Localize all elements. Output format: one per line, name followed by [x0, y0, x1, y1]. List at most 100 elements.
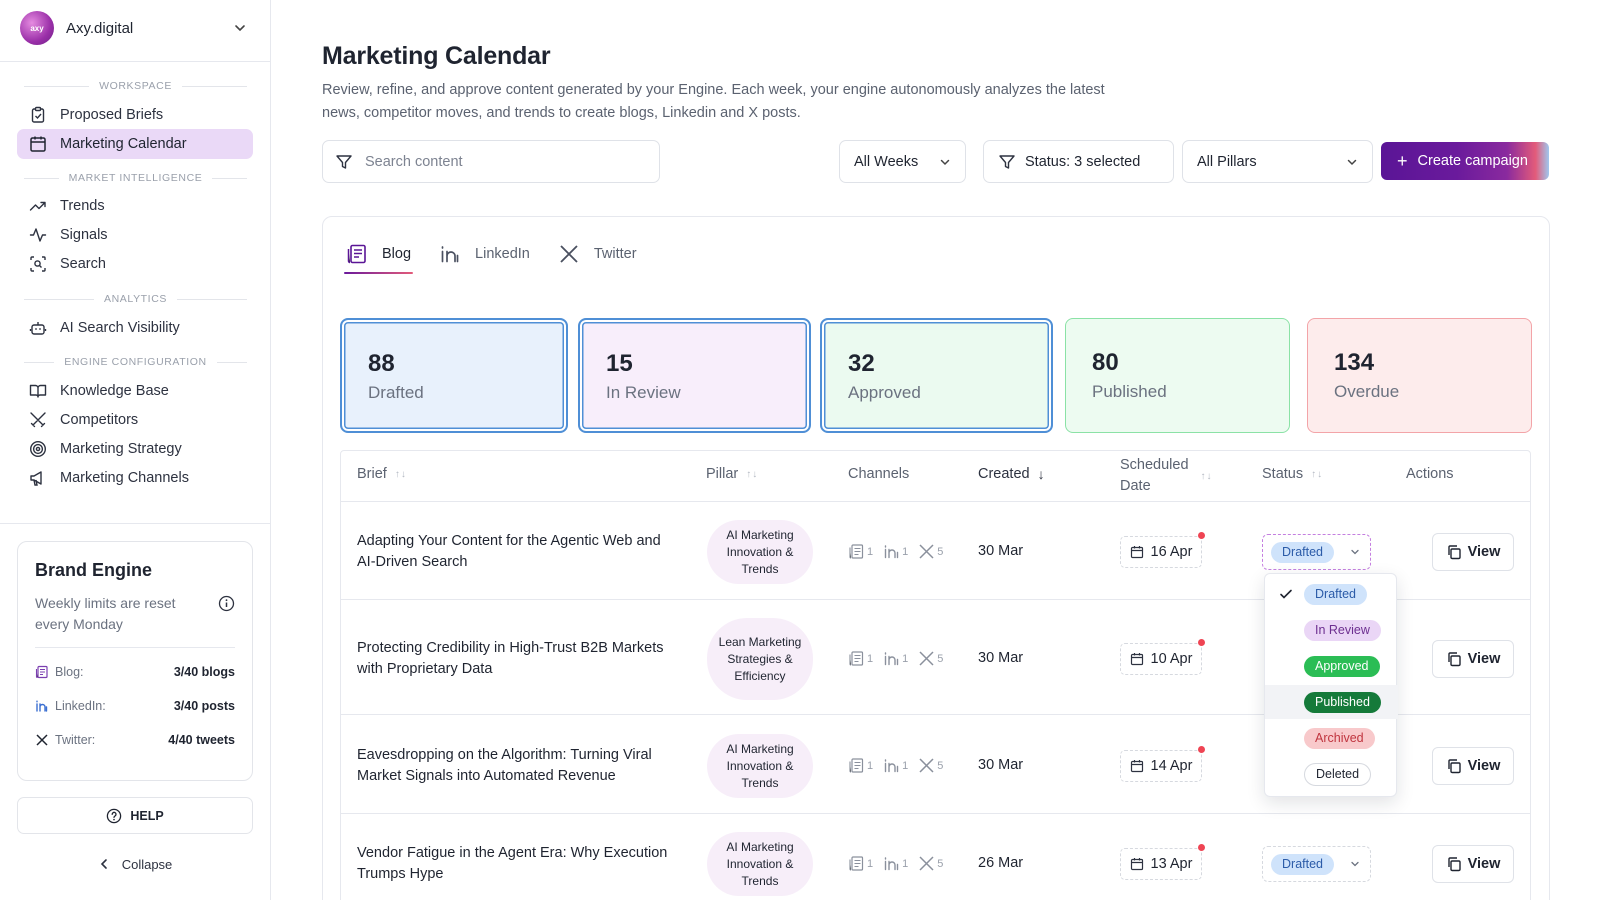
limit-row-blog: Blog: 3/40 blogs: [35, 655, 235, 689]
tab-linkedin[interactable]: LinkedIn: [437, 236, 532, 272]
sidebar-item-knowledge-base[interactable]: Knowledge Base: [17, 376, 253, 406]
calendar-icon: [30, 136, 46, 152]
stat-value: 15: [606, 350, 633, 377]
sidebar-item-proposed-briefs[interactable]: Proposed Briefs: [17, 100, 253, 130]
view-button[interactable]: View: [1432, 533, 1514, 571]
stat-label: Drafted: [368, 383, 424, 402]
check-icon: [1280, 589, 1292, 599]
pillar-badge: AI Marketing Innovation & Trends: [707, 832, 813, 896]
sort-icon: ↑↓: [1200, 470, 1213, 482]
scan-search-icon: [30, 256, 46, 272]
column-header-created[interactable]: Created ↓: [978, 466, 1046, 482]
stat-card-drafted[interactable]: 88 Drafted: [340, 318, 568, 433]
blog-icon: [849, 544, 864, 559]
brief-title[interactable]: Protecting Credibility in High-Trust B2B…: [357, 638, 677, 680]
status-select[interactable]: Drafted: [1262, 846, 1371, 882]
sidebar-item-search[interactable]: Search: [17, 249, 253, 279]
linkedin-icon: [441, 246, 459, 263]
scheduled-date-button[interactable]: 14 Apr: [1120, 746, 1205, 782]
status-dropdown-menu: Drafted In Review Approved Published Archive…: [1264, 573, 1398, 797]
stat-value: 32: [848, 350, 875, 377]
clipboard-icon: [31, 106, 45, 123]
x-twitter-icon: [919, 758, 934, 773]
sidebar-item-signals[interactable]: Signals: [17, 220, 253, 250]
sidebar-item-ai-search-visibility[interactable]: AI Search Visibility: [17, 313, 253, 343]
status-option-archived[interactable]: Archived: [1265, 721, 1398, 755]
sidebar-item-marketing-calendar[interactable]: Marketing Calendar: [17, 129, 253, 159]
pillars-select[interactable]: All Pillars: [1182, 140, 1373, 183]
status-option-in-review[interactable]: In Review: [1265, 613, 1398, 647]
blog-icon: [35, 665, 48, 679]
sidebar-item-marketing-channels[interactable]: Marketing Channels: [17, 463, 253, 493]
brief-title[interactable]: Vendor Fatigue in the Agent Era: Why Exe…: [357, 843, 677, 885]
calendar-icon: [1130, 858, 1143, 871]
target-icon: [29, 440, 47, 458]
sort-desc-icon: ↓: [1037, 466, 1046, 482]
tab-blog[interactable]: Blog: [344, 236, 414, 274]
help-circle-icon: [107, 808, 122, 823]
status-option-published[interactable]: Published: [1265, 685, 1398, 719]
collapse-button[interactable]: Collapse: [17, 852, 253, 876]
search-input[interactable]: [365, 153, 625, 170]
channel-counts: 1 1 5: [848, 650, 953, 667]
scheduled-date-button[interactable]: 13 Apr: [1120, 844, 1205, 880]
weeks-select[interactable]: All Weeks: [839, 140, 966, 183]
chevron-down-icon: [1351, 861, 1359, 867]
page-description: Review, refine, and approve content gene…: [322, 82, 1105, 121]
brief-title[interactable]: Adapting Your Content for the Agentic We…: [357, 531, 677, 573]
view-button[interactable]: View: [1432, 640, 1514, 678]
x-twitter-icon: [919, 856, 934, 871]
stat-card-in-review[interactable]: 15 In Review: [578, 318, 811, 433]
calendar-icon: [1130, 546, 1143, 559]
brief-title[interactable]: Eavesdropping on the Algorithm: Turning …: [357, 745, 677, 787]
filter-icon: [999, 154, 1015, 169]
overdue-dot: [1198, 746, 1205, 753]
section-label-analytics: ANALYTICS: [24, 293, 247, 305]
column-header-channels: Channels: [848, 466, 910, 482]
help-button[interactable]: HELP: [17, 797, 253, 834]
org-switcher[interactable]: axy Axy.digital: [20, 10, 251, 46]
create-campaign-button[interactable]: + Create campaign: [1381, 142, 1549, 180]
stat-value: 134: [1334, 349, 1375, 376]
pillar-badge: Lean Marketing Strategies & Efficiency: [707, 618, 813, 700]
blog-count: 1: [867, 652, 874, 665]
status-filter-button[interactable]: Status: 3 selected: [983, 140, 1174, 183]
info-icon[interactable]: [218, 595, 235, 612]
sidebar-item-competitors[interactable]: Competitors: [17, 405, 253, 435]
view-button[interactable]: View: [1432, 845, 1514, 883]
brand-engine-card: Brand Engine Weekly limits are reset eve…: [17, 541, 253, 781]
twitter-count: 5: [937, 857, 944, 870]
linkedin-icon: [36, 700, 48, 712]
scheduled-date-button[interactable]: 10 Apr: [1120, 639, 1205, 675]
stat-card-overdue[interactable]: 134 Overdue: [1307, 318, 1532, 433]
sidebar-item-trends[interactable]: Trends: [17, 191, 253, 221]
linkedin-icon: [884, 545, 899, 559]
column-header-scheduled-date[interactable]: Scheduled Date ↑↓: [1120, 455, 1213, 497]
scheduled-date-button[interactable]: 16 Apr: [1120, 532, 1205, 568]
search-box[interactable]: [322, 140, 660, 183]
status-option-drafted[interactable]: Drafted: [1265, 577, 1398, 611]
trend-up-icon: [29, 201, 46, 211]
column-header-status[interactable]: Status ↑↓: [1262, 466, 1323, 482]
column-header-brief[interactable]: Brief ↑↓: [357, 466, 407, 482]
copy-icon: [1447, 545, 1461, 560]
linkedin-icon: [884, 759, 899, 773]
view-button[interactable]: View: [1432, 747, 1514, 785]
copy-icon: [1447, 652, 1461, 667]
status-select[interactable]: Drafted: [1262, 534, 1371, 570]
created-date: 30 Mar: [978, 650, 1024, 666]
status-option-approved[interactable]: Approved: [1265, 649, 1398, 683]
sidebar-divider: [0, 61, 271, 62]
sidebar-item-marketing-strategy[interactable]: Marketing Strategy: [17, 434, 253, 464]
column-header-pillar[interactable]: Pillar ↑↓: [706, 466, 758, 482]
blog-icon: [347, 244, 366, 264]
chevron-down-icon: [1351, 549, 1359, 555]
tab-twitter[interactable]: Twitter: [556, 236, 639, 272]
sort-icon: ↑↓: [746, 468, 759, 480]
stat-card-approved[interactable]: 32 Approved: [820, 318, 1053, 433]
status-badge: In Review: [1304, 619, 1381, 641]
sidebar-item-label: Competitors: [60, 412, 139, 428]
stat-card-published[interactable]: 80 Published: [1065, 318, 1290, 433]
overdue-dot: [1198, 639, 1205, 646]
status-option-deleted[interactable]: Deleted: [1265, 757, 1398, 791]
